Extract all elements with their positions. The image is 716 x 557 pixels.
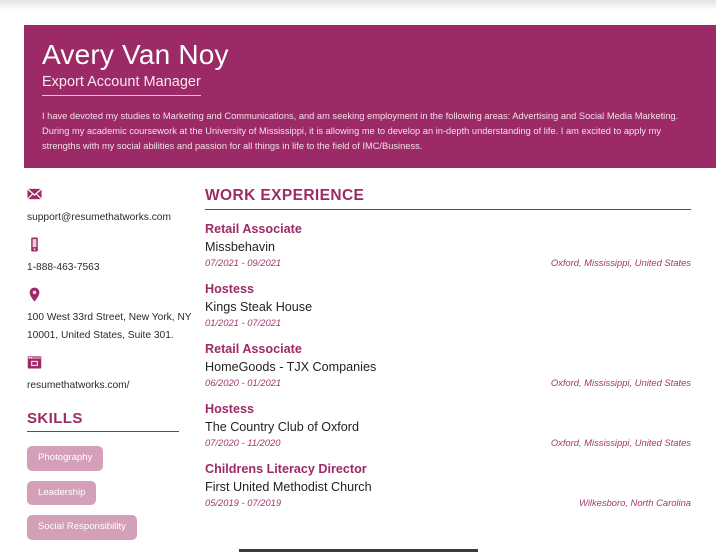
experience-role: Hostess bbox=[205, 402, 254, 417]
experience-entry: Hostess Kings Steak House 01/2021 - 07/2… bbox=[205, 282, 691, 330]
envelope-icon bbox=[27, 187, 42, 202]
experience-dates: 07/2020 - 11/2020 bbox=[205, 437, 281, 449]
skill-pill[interactable]: Photography bbox=[27, 445, 104, 471]
skills-section-heading: SKILLS bbox=[27, 410, 179, 432]
experience-company: The Country Club of Oxford bbox=[205, 420, 359, 435]
work-experience-heading: WORK EXPERIENCE bbox=[205, 187, 691, 210]
contact-website-value[interactable]: resumethatworks.com/ bbox=[27, 380, 129, 391]
experience-company: First United Methodist Church bbox=[205, 480, 372, 495]
horizontal-scrollbar-track[interactable] bbox=[0, 545, 716, 557]
job-title: Export Account Manager bbox=[42, 74, 201, 91]
horizontal-scrollbar-thumb[interactable] bbox=[239, 549, 478, 552]
experience-location: Oxford, Mississippi, United States bbox=[550, 257, 691, 269]
contact-phone-value[interactable]: 1-888-463-7563 bbox=[27, 262, 100, 273]
contact-item-website: resumethatworks.com/ bbox=[27, 355, 203, 394]
phone-icon bbox=[27, 237, 42, 252]
skill-pill[interactable]: Leadership bbox=[27, 480, 97, 506]
experience-dates: 07/2021 - 09/2021 bbox=[205, 257, 282, 269]
contact-address-value: 100 West 33rd Street, New York, NY 10001… bbox=[27, 311, 192, 342]
contact-item-address: 100 West 33rd Street, New York, NY 10001… bbox=[27, 287, 203, 345]
browser-window-icon bbox=[27, 355, 42, 370]
contact-item-email: support@resumethatworks.com bbox=[27, 187, 203, 226]
professional-summary: I have devoted my studies to Marketing a… bbox=[42, 111, 679, 152]
experience-dates: 05/2019 - 07/2019 bbox=[205, 497, 282, 509]
experience-meta: 05/2019 - 07/2019 Wilkesboro, North Caro… bbox=[205, 497, 691, 510]
job-title-underline: Export Account Manager bbox=[42, 73, 201, 97]
experience-entry: Retail Associate HomeGoods - TJX Compani… bbox=[205, 342, 691, 390]
experience-location: Oxford, Mississippi, United States bbox=[550, 377, 691, 389]
skill-pill[interactable]: Social Responsibility bbox=[27, 515, 137, 540]
experience-meta: 07/2021 - 09/2021 Oxford, Mississippi, U… bbox=[205, 257, 691, 270]
experience-meta: 01/2021 - 07/2021 bbox=[205, 317, 691, 330]
experience-meta: 07/2020 - 11/2020 Oxford, Mississippi, U… bbox=[205, 437, 691, 450]
experience-role: Retail Associate bbox=[205, 222, 302, 236]
experience-company: HomeGoods - TJX Companies bbox=[205, 359, 377, 374]
experience-dates: 01/2021 - 07/2021 bbox=[205, 317, 282, 329]
experience-role: Childrens Literacy Director bbox=[205, 462, 367, 477]
experience-location: Wilkesboro, North Carolina bbox=[579, 497, 691, 509]
resume-page: Avery Van Noy Export Account Manager I h… bbox=[0, 9, 716, 557]
experience-entry: Hostess The Country Club of Oxford 07/20… bbox=[205, 402, 691, 450]
main-column: WORK EXPERIENCE Retail Associate Missbeh… bbox=[205, 187, 691, 522]
location-pin-icon bbox=[27, 287, 42, 302]
viewer-top-strip bbox=[0, 0, 716, 9]
experience-role: Hostess bbox=[205, 282, 254, 297]
contact-item-phone: 1-888-463-7563 bbox=[27, 237, 203, 276]
experience-role: Retail Associate bbox=[205, 342, 302, 357]
candidate-name: Avery Van Noy bbox=[42, 39, 229, 70]
experience-entry: Retail Associate Missbehavin 07/2021 - 0… bbox=[205, 222, 691, 270]
resume-header-band: Avery Van Noy Export Account Manager I h… bbox=[24, 25, 716, 168]
contact-email-value[interactable]: support@resumethatworks.com bbox=[27, 212, 171, 223]
sidebar-column: support@resumethatworks.com 1-888-463-75… bbox=[27, 187, 203, 550]
experience-entry: Childrens Literacy Director First United… bbox=[205, 462, 691, 510]
experience-company: Kings Steak House bbox=[205, 299, 313, 314]
experience-meta: 06/2020 - 01/2021 Oxford, Mississippi, U… bbox=[205, 377, 691, 390]
skills-list: Photography Leadership Social Responsibi… bbox=[27, 445, 203, 550]
experience-company: Missbehavin bbox=[205, 239, 275, 254]
experience-dates: 06/2020 - 01/2021 bbox=[205, 377, 282, 389]
experience-location: Oxford, Mississippi, United States bbox=[550, 437, 691, 449]
